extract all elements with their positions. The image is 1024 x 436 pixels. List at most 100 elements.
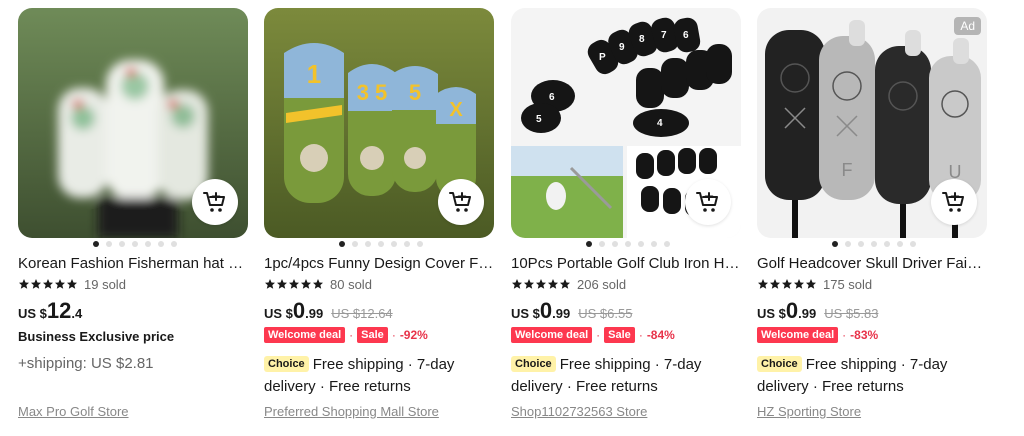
star-icon	[301, 279, 311, 289]
shipping-cost: +shipping: US $2.81	[18, 355, 154, 372]
price-decimal: .4	[71, 306, 83, 321]
image-carousel-dots	[757, 241, 987, 249]
sale-tag: Sale	[357, 327, 388, 343]
star-icon	[782, 279, 792, 289]
product-title[interactable]: 10Pcs Portable Golf Club Iron He…	[511, 255, 741, 273]
price-integer: 0	[292, 298, 306, 323]
svg-text:5: 5	[536, 114, 542, 125]
deal-tags: Welcome deal · -83%	[757, 326, 878, 344]
separator: ·	[596, 328, 601, 342]
star-icon	[770, 279, 780, 289]
rating-row: 206 sold	[511, 276, 626, 292]
welcome-deal-tag: Welcome deal	[264, 327, 346, 343]
star-icon	[265, 279, 275, 289]
price-currency: US $	[18, 306, 47, 321]
star-rating	[511, 278, 571, 290]
product-card[interactable]: 1 3 5 5 X 1pc/4pcs Funny Design Cover Fo…	[264, 8, 494, 428]
star-icon	[794, 279, 804, 289]
price-currency: US $	[264, 306, 293, 321]
price-decimal: .99	[552, 306, 571, 321]
price-currency: US $	[757, 306, 786, 321]
product-image[interactable]: 654 P98 76	[511, 8, 741, 238]
store-link[interactable]: HZ Sporting Store	[757, 404, 861, 419]
star-rating	[264, 278, 324, 290]
star-icon	[560, 279, 570, 289]
star-icon	[55, 279, 65, 289]
star-icon	[277, 279, 287, 289]
rating-row: 175 sold	[757, 276, 872, 292]
cart-add-icon	[696, 192, 718, 212]
choice-badge: Choice	[264, 356, 309, 372]
separator: ·	[638, 328, 643, 342]
add-to-cart-button[interactable]	[685, 179, 731, 225]
cart-add-icon	[942, 192, 964, 212]
svg-text:6: 6	[549, 92, 555, 103]
price-integer: 12	[46, 298, 72, 323]
svg-text:X: X	[449, 99, 463, 121]
price-decimal: .99	[305, 306, 324, 321]
product-grid: Korean Fashion Fisherman hat G… 19 sold …	[18, 8, 1008, 428]
product-card[interactable]: Korean Fashion Fisherman hat G… 19 sold …	[18, 8, 248, 428]
store-link[interactable]: Max Pro Golf Store	[18, 404, 129, 419]
separator: ·	[391, 328, 396, 342]
star-icon	[67, 279, 77, 289]
rating-row: 80 sold	[264, 276, 372, 292]
shipping-info: Choice Free shipping · 7-day delivery · F…	[264, 354, 494, 398]
sold-count: 206 sold	[577, 276, 627, 292]
add-to-cart-button[interactable]	[438, 179, 484, 225]
separator: ·	[349, 328, 354, 342]
price-decimal: .99	[798, 306, 817, 321]
price-integer: 0	[539, 298, 553, 323]
product-card[interactable]: 654 P98 76 10Pcs Portable Golf Club Iron…	[511, 8, 741, 428]
product-title[interactable]: Korean Fashion Fisherman hat G…	[18, 255, 248, 273]
original-price: US $5.83	[824, 306, 879, 321]
svg-text:1: 1	[307, 59, 321, 89]
svg-text:9: 9	[619, 42, 625, 53]
product-title[interactable]: Golf Headcover Skull Driver Fair…	[757, 255, 987, 273]
product-card[interactable]: F U Ad Golf Headcover Skull Driver Fair……	[757, 8, 987, 428]
star-rating	[18, 278, 78, 290]
shipping-info: Choice Free shipping · 7-day delivery · F…	[757, 354, 987, 398]
star-icon	[19, 279, 29, 289]
welcome-deal-tag: Welcome deal	[511, 327, 593, 343]
star-icon	[289, 279, 299, 289]
sold-count: 80 sold	[330, 276, 372, 292]
discount-percent: -84%	[646, 328, 675, 342]
star-icon	[313, 279, 323, 289]
price: US $ 0 .99 US $6.55	[511, 300, 632, 324]
product-image[interactable]: F U Ad	[757, 8, 987, 238]
image-carousel-dots	[18, 241, 248, 249]
star-icon	[548, 279, 558, 289]
star-icon	[524, 279, 534, 289]
star-rating	[757, 278, 817, 290]
cart-add-icon	[203, 192, 225, 212]
svg-text:7: 7	[661, 30, 667, 41]
add-to-cart-button[interactable]	[192, 179, 238, 225]
store-link[interactable]: Preferred Shopping Mall Store	[264, 404, 439, 419]
add-to-cart-button[interactable]	[931, 179, 977, 225]
choice-badge: Choice	[757, 356, 802, 372]
price: US $ 12 .4	[18, 300, 82, 324]
svg-text:P: P	[599, 52, 606, 63]
sold-count: 175 sold	[823, 276, 873, 292]
store-link[interactable]: Shop1102732563 Store	[511, 404, 647, 419]
image-carousel-dots	[511, 241, 741, 249]
product-image[interactable]	[18, 8, 248, 238]
rating-row: 19 sold	[18, 276, 126, 292]
discount-percent: -83%	[850, 328, 879, 342]
svg-text:3 5: 3 5	[357, 80, 388, 105]
welcome-deal-tag: Welcome deal	[757, 327, 839, 343]
star-icon	[536, 279, 546, 289]
star-icon	[512, 279, 522, 289]
cart-add-icon	[449, 192, 471, 212]
image-carousel-dots	[264, 241, 494, 249]
business-price-label: Business Exclusive price	[18, 329, 175, 344]
product-title[interactable]: 1pc/4pcs Funny Design Cover Fo…	[264, 255, 494, 273]
original-price: US $6.55	[578, 306, 633, 321]
star-icon	[758, 279, 768, 289]
star-icon	[31, 279, 41, 289]
star-icon	[43, 279, 53, 289]
product-image[interactable]: 1 3 5 5 X	[264, 8, 494, 238]
separator: ·	[842, 328, 847, 342]
price: US $ 0 .99 US $5.83	[757, 300, 878, 324]
